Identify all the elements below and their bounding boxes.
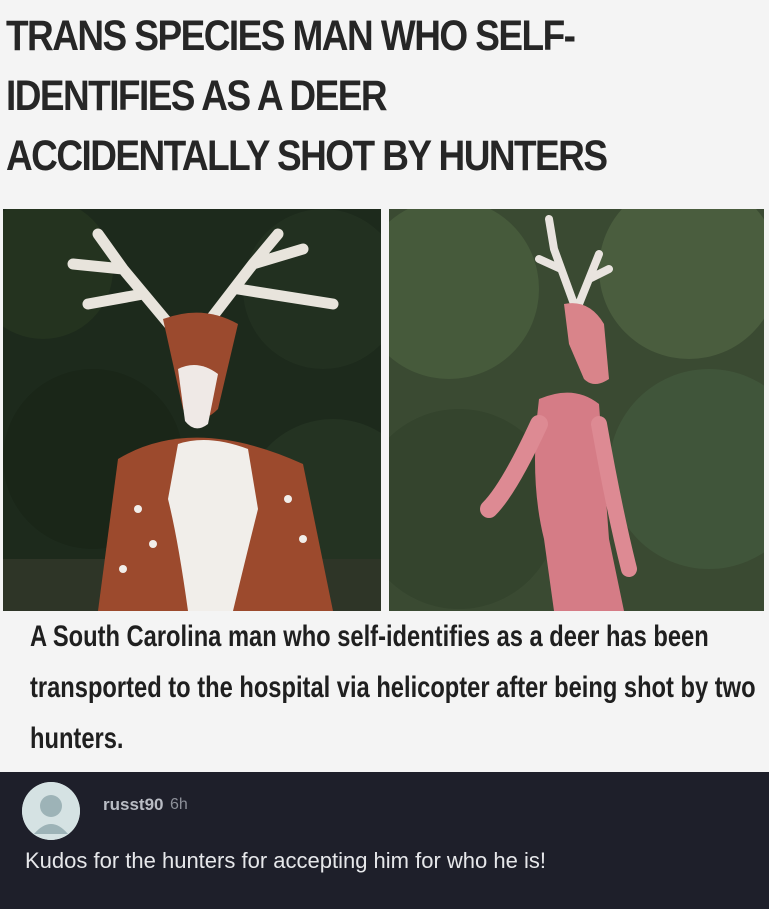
article-caption: A South Carolina man who self-identifies… [30, 620, 756, 755]
comment-username[interactable]: russt90 [103, 795, 163, 815]
headline: TRANS SPECIES MAN WHO SELF- IDENTIFIES A… [6, 12, 608, 180]
meme-image: TRANS SPECIES MAN WHO SELF- IDENTIFIES A… [0, 0, 769, 772]
comment-card [0, 772, 769, 909]
deer-costume-photo-left [3, 209, 381, 611]
user-avatar[interactable] [22, 782, 80, 840]
comment-timestamp: 6h [170, 796, 188, 813]
comment-text: Kudos for the hunters for accepting him … [25, 848, 546, 873]
deer-costume-photo-right [389, 209, 764, 611]
